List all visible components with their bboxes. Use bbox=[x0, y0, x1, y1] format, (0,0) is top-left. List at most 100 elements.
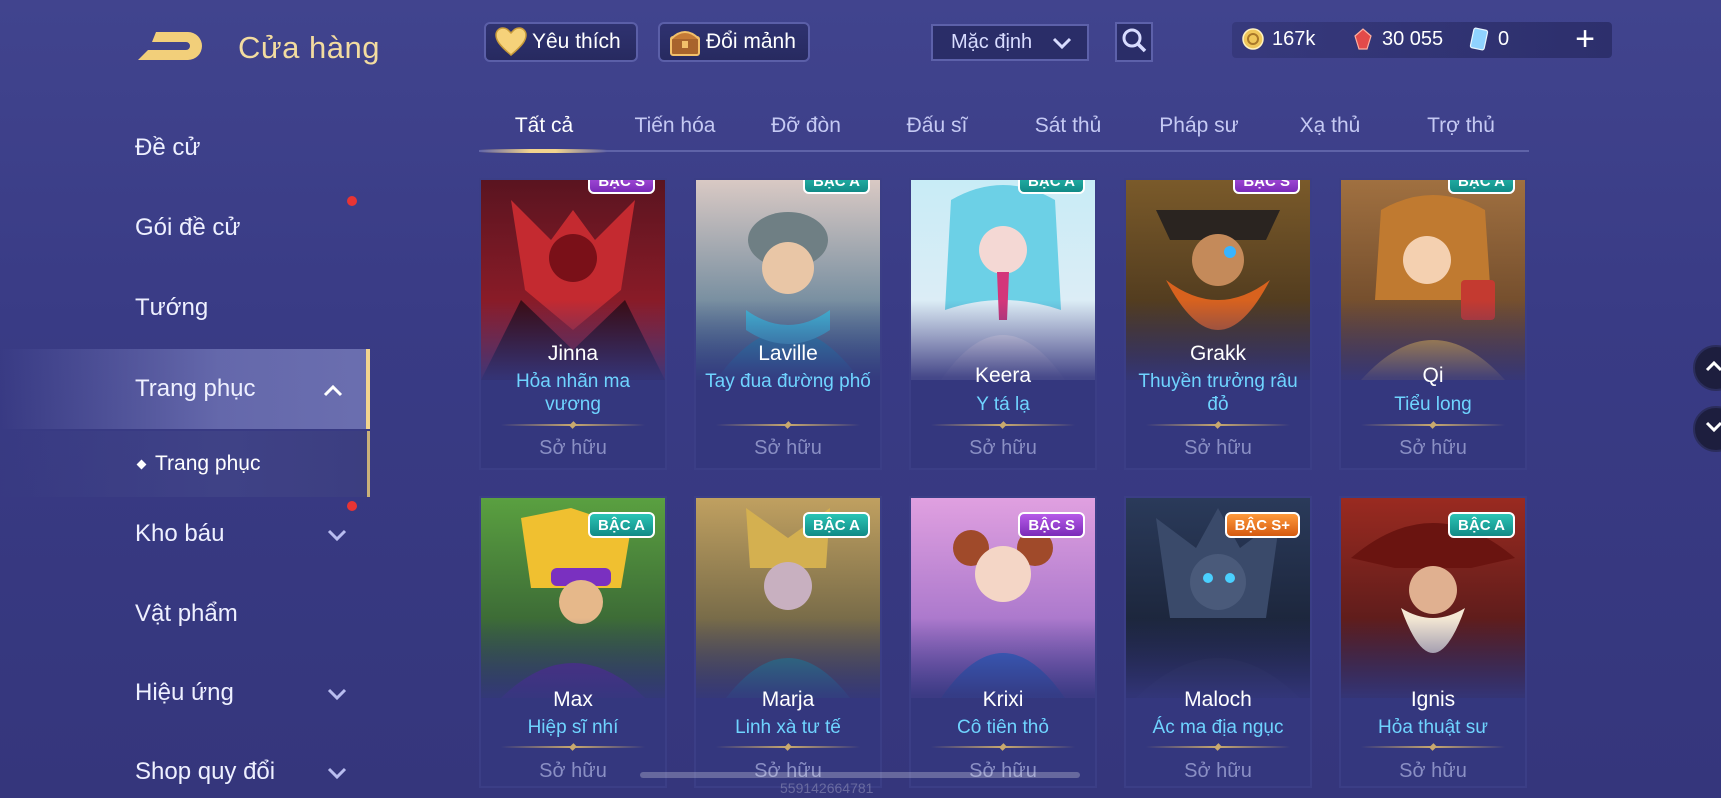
hero-name: Krixi bbox=[982, 688, 1024, 711]
skin-name: Ác ma địa ngục bbox=[1152, 717, 1284, 738]
chevron-up-icon bbox=[322, 377, 344, 405]
tier-badge: BẬC S bbox=[588, 180, 655, 194]
hero-name: Maloch bbox=[1184, 688, 1252, 711]
skin-card[interactable]: BẬC A Ignis Hỏa thuật sư Sở hữu bbox=[1339, 496, 1527, 788]
tab-tank[interactable]: Đỡ đòn bbox=[741, 114, 871, 138]
sidebar-item-skins[interactable]: Trang phục bbox=[0, 349, 370, 429]
divider bbox=[931, 424, 1075, 426]
home-indicator bbox=[640, 772, 1080, 778]
favorite-button[interactable]: Yêu thích bbox=[484, 22, 638, 62]
chevron-down-icon bbox=[326, 522, 348, 550]
voucher-icon bbox=[1466, 26, 1492, 52]
sort-dropdown[interactable]: Mặc định bbox=[931, 24, 1089, 61]
sidebar-item-label: Hiệu ứng bbox=[135, 679, 234, 706]
skin-card[interactable]: BẬC A Laville Tay đua đường phố Sở hữu bbox=[694, 178, 882, 470]
tier-badge: BẬC S bbox=[1018, 512, 1085, 538]
sidebar-subitem-skins[interactable]: Trang phục bbox=[0, 431, 370, 497]
hero-name: Laville bbox=[758, 342, 818, 365]
chevron-down-icon bbox=[326, 760, 348, 788]
page-title: Cửa hàng bbox=[238, 30, 380, 65]
skin-card[interactable]: BẬC A Max Hiệp sĩ nhí Sở hữu bbox=[479, 496, 667, 788]
gold-amount: 167k bbox=[1272, 27, 1316, 50]
hero-name: Ignis bbox=[1410, 688, 1456, 711]
sidebar-item-effects[interactable]: Hiệu ứng bbox=[0, 657, 370, 729]
tier-badge: BẬC A bbox=[803, 180, 870, 194]
skin-card[interactable]: BẬC A Keera Y tá lạ Sở hữu bbox=[909, 178, 1097, 470]
skin-name: Linh xà tư tế bbox=[735, 717, 841, 738]
shop-screen: Cửa hàng Yêu thích Đổi mảnh Mặc định 167… bbox=[0, 0, 1721, 798]
skin-card[interactable]: BẬC A Qi Tiểu long Sở hữu bbox=[1339, 178, 1527, 470]
tab-support[interactable]: Trợ thủ bbox=[1396, 114, 1526, 138]
sidebar-item-heroes[interactable]: Tướng bbox=[0, 272, 370, 344]
skin-card[interactable]: BẬC S+ Maloch Ác ma địa ngục Sở hữu bbox=[1124, 496, 1312, 788]
scroll-up-button[interactable] bbox=[1693, 345, 1721, 391]
shard-exchange-button[interactable]: Đổi mảnh bbox=[658, 22, 810, 62]
skin-card[interactable]: BẬC S Jinna Hỏa nhãn ma vương Sở hữu bbox=[479, 178, 667, 470]
sort-value: Mặc định bbox=[951, 31, 1033, 53]
category-tabs: Tất cả Tiến hóa Đỡ đòn Đấu sĩ Sát thủ Ph… bbox=[479, 104, 1529, 152]
owned-status: Sở hữu bbox=[754, 437, 822, 459]
sidebar-item-label: Vật phẩm bbox=[135, 600, 238, 627]
skin-card[interactable]: BẬC S Grakk Thuyền trưởng râu đỏ Sở hữu bbox=[1124, 178, 1312, 470]
tab-assassin[interactable]: Sát thủ bbox=[1003, 114, 1133, 138]
hero-name: Grakk bbox=[1189, 342, 1246, 365]
sidebar-item-recommended-packs[interactable]: Gói đề cử bbox=[0, 192, 370, 264]
skin-name: Cô tiên thỏ bbox=[957, 717, 1049, 738]
skin-name: Thuyền trưởng râu đỏ bbox=[1138, 371, 1298, 415]
search-button[interactable] bbox=[1115, 22, 1153, 62]
ruby-icon bbox=[1350, 26, 1376, 52]
gold-balance: 167k bbox=[1240, 26, 1315, 52]
divider bbox=[501, 746, 645, 748]
sidebar-item-label: Đề cử bbox=[135, 134, 201, 161]
tab-evolution[interactable]: Tiến hóa bbox=[610, 114, 740, 138]
search-icon bbox=[1120, 26, 1148, 59]
tier-badge: BẬC S+ bbox=[1224, 512, 1300, 538]
heart-icon bbox=[494, 25, 528, 59]
hero-name: Keera bbox=[974, 364, 1032, 387]
owned-status: Sở hữu bbox=[1399, 437, 1467, 459]
sidebar-item-recommended[interactable]: Đề cử bbox=[0, 112, 370, 184]
sidebar: Đề cử Gói đề cử Tướng Trang phục Trang p… bbox=[0, 100, 372, 798]
sidebar-item-label: Trang phục bbox=[135, 375, 256, 402]
favorite-label: Yêu thích bbox=[532, 30, 621, 53]
skin-name: Tay đua đường phố bbox=[705, 371, 871, 392]
owned-status: Sở hữu bbox=[539, 437, 607, 459]
tier-badge: BẬC A bbox=[803, 512, 870, 538]
divider bbox=[501, 424, 645, 426]
owned-status: Sở hữu bbox=[539, 760, 607, 782]
diamond-bullet-icon bbox=[136, 459, 147, 469]
sidebar-item-label: Gói đề cử bbox=[135, 214, 241, 241]
sidebar-item-label: Shop quy đổi bbox=[135, 758, 276, 785]
sidebar-subitem-label: Trang phục bbox=[155, 452, 261, 475]
chevron-up-icon bbox=[1705, 359, 1721, 378]
tier-badge: BẬC A bbox=[1448, 180, 1515, 194]
voucher-amount: 0 bbox=[1498, 27, 1510, 50]
voucher-balance: 0 bbox=[1466, 26, 1509, 52]
sidebar-item-exchange-shop[interactable]: Shop quy đổi bbox=[0, 736, 370, 798]
tab-mage[interactable]: Pháp sư bbox=[1134, 114, 1264, 138]
divider bbox=[1146, 746, 1290, 748]
tier-badge: BẬC A bbox=[1018, 180, 1085, 194]
tab-marksman[interactable]: Xạ thủ bbox=[1265, 114, 1395, 138]
tab-all[interactable]: Tất cả bbox=[479, 114, 609, 138]
tier-badge: BẬC S bbox=[1233, 180, 1300, 194]
hero-name: Max bbox=[553, 688, 593, 711]
divider bbox=[1146, 424, 1290, 426]
skin-card[interactable]: BẬC S Krixi Cô tiên thỏ Sở hữu bbox=[909, 496, 1097, 788]
tab-fighter[interactable]: Đấu sĩ bbox=[872, 114, 1002, 138]
add-currency-button[interactable]: + bbox=[1570, 22, 1600, 56]
sidebar-item-label: Tướng bbox=[135, 294, 209, 321]
sidebar-item-items[interactable]: Vật phẩm bbox=[0, 578, 370, 650]
divider bbox=[716, 424, 860, 426]
back-arrow-icon[interactable] bbox=[134, 26, 208, 66]
notification-dot bbox=[347, 196, 357, 206]
scroll-down-button[interactable] bbox=[1693, 406, 1721, 452]
notification-dot bbox=[347, 501, 357, 511]
gem-balance: 30 055 bbox=[1350, 26, 1443, 52]
skin-card[interactable]: BẬC A Marja Linh xà tư tế Sở hữu bbox=[694, 496, 882, 788]
owned-status: Sở hữu bbox=[969, 437, 1037, 459]
sidebar-item-treasure[interactable]: Kho báu bbox=[0, 498, 370, 570]
skin-name: Hỏa thuật sư bbox=[1378, 717, 1488, 738]
owned-status: Sở hữu bbox=[1184, 437, 1252, 459]
hero-name: Qi bbox=[1422, 364, 1444, 387]
